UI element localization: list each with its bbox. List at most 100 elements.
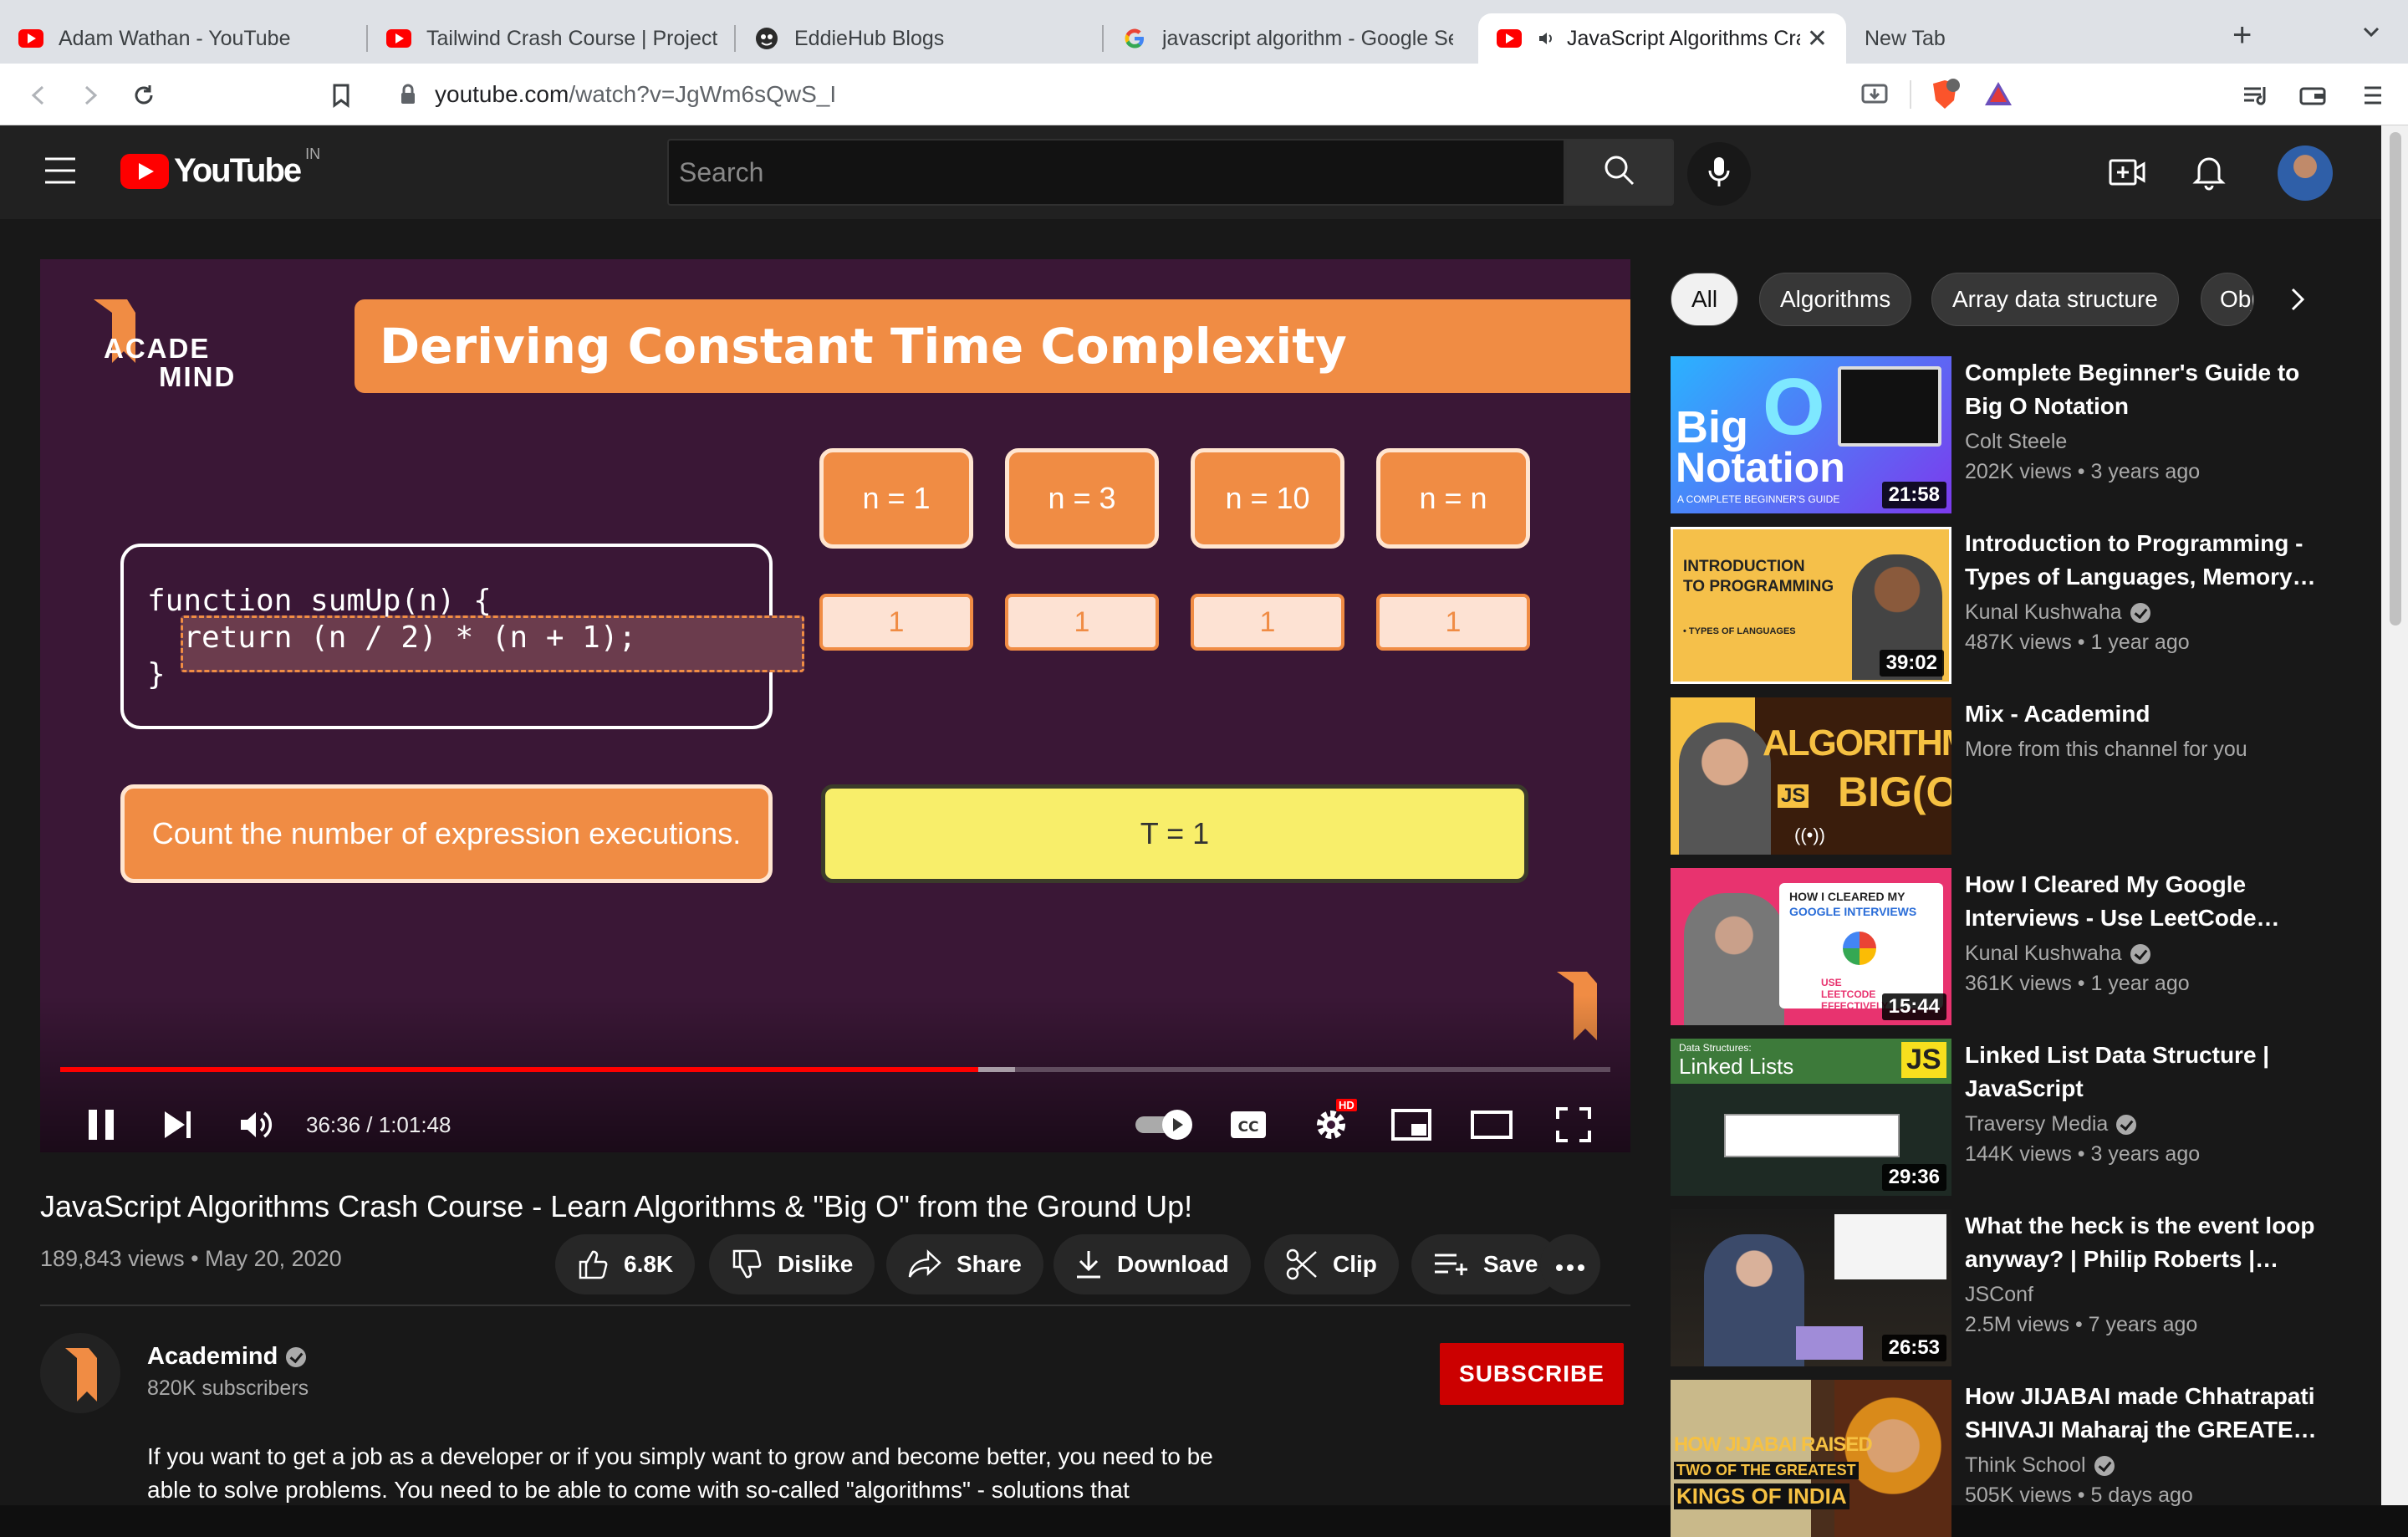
recommendation-title[interactable]: Linked List Data Structure | JavaScript <box>1965 1039 2341 1106</box>
recommendation-item[interactable]: 26:53 What the heck is the event loop an… <box>1671 1209 2356 1366</box>
recommendation-channel[interactable]: Traversy Media <box>1965 1112 2137 1136</box>
dislike-button[interactable]: Dislike <box>709 1234 875 1294</box>
recommendation-item[interactable]: Data Structures: Linked Lists JS 29:36 L… <box>1671 1039 2356 1196</box>
save-button[interactable]: Save <box>1411 1234 1560 1294</box>
video-thumbnail[interactable]: 26:53 <box>1671 1209 1951 1366</box>
wallet-icon[interactable] <box>2296 79 2329 112</box>
subscribe-button[interactable]: SUBSCRIBE <box>1440 1343 1624 1405</box>
recommendation-title[interactable]: Introduction to Programming - Types of L… <box>1965 527 2341 594</box>
browser-tab[interactable]: New Tab <box>1846 13 2214 64</box>
chip-all[interactable]: All <box>1671 273 1739 326</box>
reload-icon[interactable] <box>127 79 161 112</box>
settings-button[interactable]: HD <box>1308 1099 1357 1146</box>
new-tab-button[interactable]: + <box>2232 17 2252 54</box>
autoplay-toggle[interactable] <box>1134 1104 1196 1146</box>
miniplayer-button[interactable] <box>1388 1104 1435 1146</box>
recommendation-title[interactable]: Mix - Academind <box>1965 697 2341 731</box>
code-line: return (n / 2) * (n + 1); <box>147 620 637 655</box>
audio-playing-icon[interactable] <box>1537 28 1557 49</box>
notifications-bell-icon[interactable] <box>2192 152 2226 195</box>
like-button[interactable]: 6.8K <box>555 1234 696 1294</box>
search-button[interactable] <box>1565 139 1674 206</box>
theater-mode-icon <box>1471 1111 1513 1139</box>
recommendation-channel[interactable]: Colt Steele <box>1965 430 2067 454</box>
video-thumbnail[interactable]: Data Structures: Linked Lists JS 29:36 <box>1671 1039 1951 1196</box>
download-button[interactable]: Download <box>1054 1234 1251 1294</box>
browser-tab[interactable]: Adam Wathan - YouTube <box>0 13 368 64</box>
recommendation-item[interactable]: INTRODUCTION TO PROGRAMMING • TYPES OF L… <box>1671 527 2356 684</box>
recommendation-meta: 144K views • 3 years ago <box>1965 1142 2201 1166</box>
video-thumbnail[interactable]: HOW JIJABAI RAISED TWO OF THE GREATEST K… <box>1671 1380 1951 1537</box>
recommendation-item[interactable]: HOW I CLEARED MY GOOGLE INTERVIEWS USE L… <box>1671 868 2356 1025</box>
install-app-icon[interactable] <box>1861 82 1888 111</box>
browser-tab[interactable]: Tailwind Crash Course | Project F <box>368 13 736 64</box>
progress-played <box>60 1067 978 1072</box>
video-thumbnail[interactable]: INTRODUCTION TO PROGRAMMING • TYPES OF L… <box>1671 527 1951 684</box>
browser-tab-active[interactable]: JavaScript Algorithms Cra ✕ <box>1478 13 1846 64</box>
video-title: JavaScript Algorithms Crash Course - Lea… <box>40 1189 1193 1223</box>
next-button[interactable] <box>157 1104 199 1146</box>
chip-obj[interactable]: Obj <box>2201 273 2254 326</box>
youtube-logo[interactable]: YouTube IN <box>120 146 320 190</box>
recommendation-channel[interactable]: Kunal Kushwaha <box>1965 942 2150 966</box>
theater-mode-button[interactable] <box>1468 1104 1515 1146</box>
recommendation-channel[interactable]: More from this channel for you <box>1965 738 2247 762</box>
close-tab-icon[interactable]: ✕ <box>1807 24 1828 54</box>
browser-tab[interactable]: EddieHub Blogs <box>736 13 1104 64</box>
browser-tab[interactable]: javascript algorithm - Google Se <box>1104 13 1472 64</box>
fullscreen-button[interactable] <box>1550 1104 1597 1146</box>
thumb-text: TO PROGRAMMING <box>1683 578 1834 595</box>
recommendation-channel[interactable]: JSConf <box>1965 1283 2033 1307</box>
slide-screen <box>1834 1214 1946 1279</box>
chips-next-chevron-icon[interactable] <box>2289 286 2306 317</box>
share-button[interactable]: Share <box>886 1234 1043 1294</box>
channel-name[interactable]: Academind <box>147 1343 307 1371</box>
back-arrow-icon[interactable] <box>22 79 55 112</box>
recommendation-channel[interactable]: Kunal Kushwaha <box>1965 600 2150 625</box>
recommendation-channel[interactable]: Think School <box>1965 1453 2115 1478</box>
lock-icon[interactable] <box>400 84 416 110</box>
recommendation-title[interactable]: Complete Beginner's Guide to Big O Notat… <box>1965 356 2341 423</box>
reading-list-icon[interactable] <box>2239 79 2273 112</box>
recommendation-item[interactable]: HOW JIJABAI RAISED TWO OF THE GREATEST K… <box>1671 1380 2356 1537</box>
recommendation-title[interactable]: How JIJABAI made Chhatrapati SHIVAJI Mah… <box>1965 1380 2341 1447</box>
scrollbar-thumb[interactable] <box>2390 132 2401 626</box>
pause-button[interactable] <box>80 1104 122 1146</box>
brand-line-2: MIND <box>159 361 237 392</box>
account-avatar[interactable] <box>2278 146 2333 201</box>
video-thumbnail[interactable]: Big O Notation A COMPLETE BEGINNER'S GUI… <box>1671 356 1951 513</box>
recommendation-item[interactable]: Big O Notation A COMPLETE BEGINNER'S GUI… <box>1671 356 2356 513</box>
brave-shields-icon[interactable] <box>1930 79 1960 115</box>
tab-search-chevron-icon[interactable] <box>2361 25 2381 44</box>
video-thumbnail[interactable]: ALGORITHMS BIG(O) JS ((•)) <box>1671 697 1951 855</box>
live-broadcast-icon: ((•)) <box>1794 825 1826 845</box>
channel-avatar[interactable] <box>40 1333 120 1413</box>
brave-rewards-icon[interactable] <box>1983 80 2013 111</box>
chip-algorithms[interactable]: Algorithms <box>1759 273 1912 326</box>
recommendation-title[interactable]: How I Cleared My Google Interviews - Use… <box>1965 868 2341 935</box>
hamburger-menu-icon[interactable] <box>43 156 77 190</box>
video-player[interactable]: ACADE MIND Deriving Constant Time Comple… <box>40 259 1630 1152</box>
download-icon <box>1075 1249 1102 1279</box>
bookmark-icon[interactable] <box>324 79 358 112</box>
browser-menu-icon[interactable] <box>2356 79 2390 112</box>
forward-arrow-icon[interactable] <box>74 79 107 112</box>
voice-search-button[interactable] <box>1687 142 1751 206</box>
address-bar[interactable]: youtube.com/watch?v=JgWm6sQwS_I <box>378 70 2030 119</box>
search-placeholder: Search <box>679 157 764 187</box>
captions-button[interactable]: CC <box>1227 1104 1269 1146</box>
video-description: If you want to get a job as a developer … <box>147 1443 1213 1503</box>
recommendation-title[interactable]: What the heck is the event loop anyway? … <box>1965 1209 2341 1276</box>
youtube-favicon-icon <box>386 26 411 51</box>
search-input[interactable]: Search <box>667 139 1565 206</box>
youtube-play-logo-icon <box>120 153 169 189</box>
microphone-icon <box>1707 156 1731 193</box>
video-thumbnail[interactable]: HOW I CLEARED MY GOOGLE INTERVIEWS USE L… <box>1671 868 1951 1025</box>
clip-button[interactable]: Clip <box>1264 1234 1399 1294</box>
region-code: IN <box>305 146 321 162</box>
create-video-icon[interactable] <box>2109 156 2145 193</box>
chip-array-data-structure[interactable]: Array data structure <box>1931 273 2179 326</box>
more-actions-button[interactable] <box>1540 1234 1600 1294</box>
recommendation-item[interactable]: ALGORITHMS BIG(O) JS ((•)) Mix - Academi… <box>1671 697 2356 855</box>
volume-button[interactable] <box>234 1104 281 1146</box>
